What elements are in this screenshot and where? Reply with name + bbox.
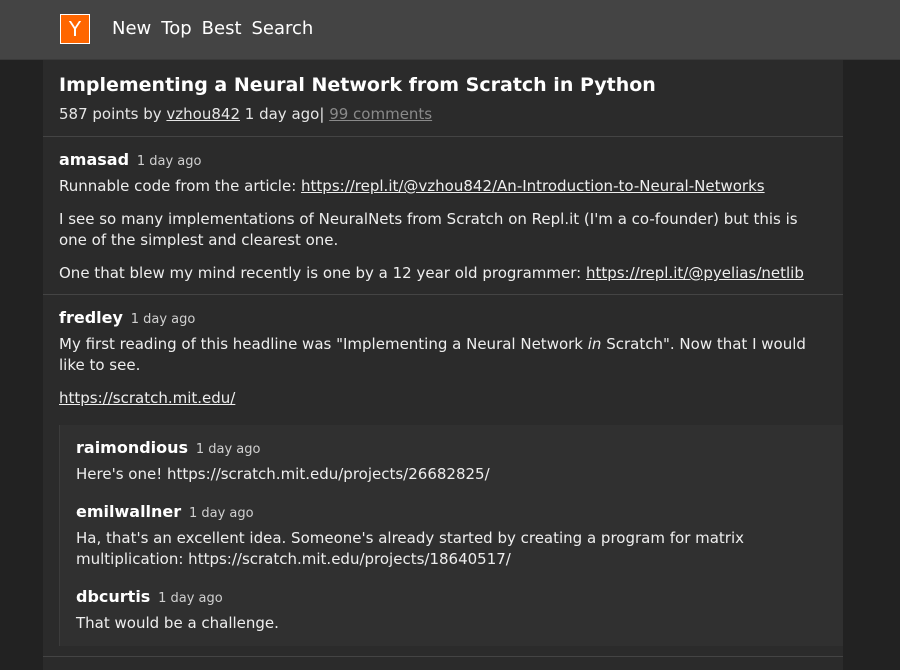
comment-paragraph: Runnable code from the article: https://… xyxy=(59,176,827,197)
comment-link[interactable]: https://scratch.mit.edu/ xyxy=(59,389,235,407)
story-author-link[interactable]: vzhou842 xyxy=(166,105,240,123)
comment-header: emilwallner 1 day ago xyxy=(76,501,827,524)
comment-username[interactable]: fredley xyxy=(59,308,123,327)
story-points: 587 points by xyxy=(59,105,162,123)
comment: amasad 1 day ago Runnable code from the … xyxy=(43,137,843,295)
story-header: Implementing a Neural Network from Scrat… xyxy=(43,60,843,137)
comment-paragraph: One that blew my mind recently is one by… xyxy=(59,263,827,284)
comment-time: 1 day ago xyxy=(136,154,202,169)
nav-best-link[interactable]: Best xyxy=(202,18,242,39)
nav-top-link[interactable]: Top xyxy=(161,18,191,39)
top-navigation-bar: Y New Top Best Search xyxy=(0,0,900,60)
comment-text: Runnable code from the article: xyxy=(59,177,302,195)
reply-comment: emilwallner 1 day ago Ha, that's an exce… xyxy=(76,491,827,576)
hacker-news-logo[interactable]: Y xyxy=(60,14,90,44)
story-meta: 587 points by vzhou842 1 day ago| 99 com… xyxy=(59,104,827,124)
comment-text: One that blew my mind recently is one by… xyxy=(59,264,586,282)
comment-time: 1 day ago xyxy=(130,312,196,327)
comment-paragraph: https://scratch.mit.edu/ xyxy=(59,388,827,409)
comment-header: amasad 1 day ago xyxy=(59,149,827,172)
comment-paragraph: I see so many implementations of NeuralN… xyxy=(59,210,798,249)
comment-emphasis: in xyxy=(587,335,602,353)
story-title[interactable]: Implementing a Neural Network from Scrat… xyxy=(59,72,827,98)
comment-paragraph: Ha, that's an excellent idea. Someone's … xyxy=(76,529,745,568)
comment-paragraph: Here's one! https://scratch.mit.edu/proj… xyxy=(76,465,490,483)
comment-time: 1 day ago xyxy=(188,506,254,521)
comment-username[interactable]: emilwallner xyxy=(76,502,181,521)
main-content: Implementing a Neural Network from Scrat… xyxy=(43,60,843,670)
comment-username[interactable]: raimondious xyxy=(76,438,188,457)
comment-time: 1 day ago xyxy=(158,591,223,606)
reply-comment: dbcurtis 1 day ago That would be a chall… xyxy=(76,576,827,640)
nav-search-link[interactable]: Search xyxy=(252,18,314,39)
meta-separator: | xyxy=(319,105,325,123)
main-nav: New Top Best Search xyxy=(112,18,313,39)
reply-thread: raimondious 1 day ago Here's one! https:… xyxy=(59,425,843,646)
comment-paragraph: That would be a challenge. xyxy=(76,614,279,632)
comment-paragraph: My first reading of this headline was "I… xyxy=(59,334,827,376)
story-time: 1 day ago xyxy=(244,105,320,123)
comment-username[interactable]: dbcurtis xyxy=(76,587,150,606)
story-comments-link[interactable]: 99 comments xyxy=(329,105,432,123)
comment-header: fredley 1 day ago xyxy=(59,307,827,330)
comment: fredley 1 day ago My first reading of th… xyxy=(43,295,843,657)
comment-header: raimondious 1 day ago xyxy=(76,437,827,460)
comment-link[interactable]: https://repl.it/@pyelias/netlib xyxy=(586,264,804,282)
comment-time: 1 day ago xyxy=(195,442,261,457)
comment-header: dbcurtis 1 day ago xyxy=(76,586,827,609)
comment-text: My first reading of this headline was "I… xyxy=(59,335,588,353)
nav-new-link[interactable]: New xyxy=(112,18,151,39)
comment-link[interactable]: https://repl.it/@vzhou842/An-Introductio… xyxy=(301,177,765,195)
comment-username[interactable]: amasad xyxy=(59,150,129,169)
reply-comment: raimondious 1 day ago Here's one! https:… xyxy=(76,427,827,491)
